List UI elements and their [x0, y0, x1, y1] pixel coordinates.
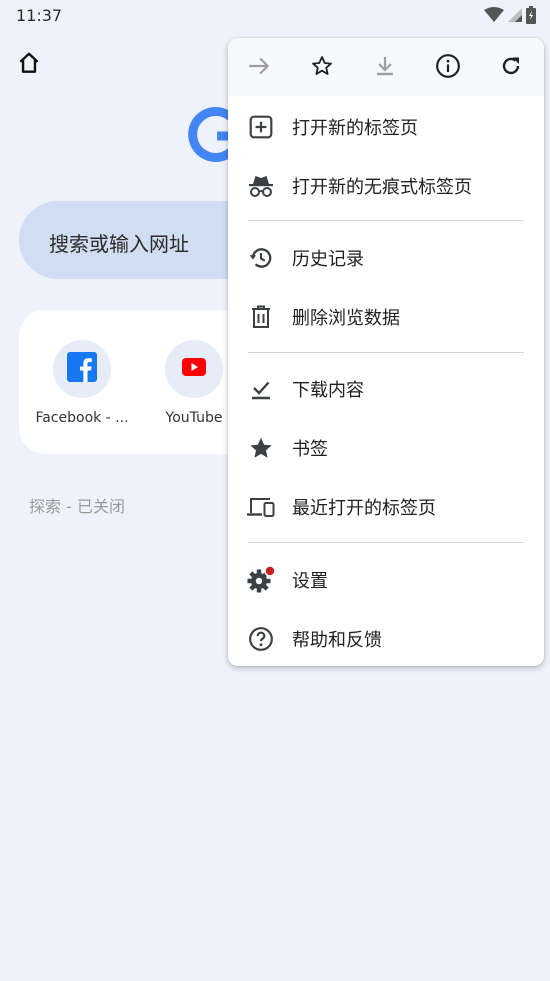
- downloads-icon: [246, 374, 276, 404]
- menu-divider: [248, 352, 524, 353]
- reload-icon: [499, 54, 523, 82]
- menu-item-help-feedback[interactable]: 帮助和反馈: [228, 612, 544, 664]
- wifi-icon: [484, 7, 504, 27]
- menu-item-settings[interactable]: 设置: [228, 553, 544, 605]
- incognito-icon: [246, 171, 276, 201]
- menu-item-recent-tabs[interactable]: 最近打开的标签页: [228, 480, 544, 532]
- battery-icon: [526, 6, 536, 28]
- home-button[interactable]: [14, 50, 44, 80]
- status-time: 11:37: [16, 6, 63, 25]
- settings-icon: [246, 565, 276, 595]
- menu-item-label: 书签: [292, 439, 328, 460]
- home-icon: [16, 50, 42, 80]
- menu-item-history[interactable]: 历史记录: [228, 231, 544, 283]
- shortcut-icon-container: [165, 340, 223, 398]
- menu-divider: [248, 542, 524, 543]
- menu-item-bookmarks[interactable]: 书签: [228, 421, 544, 473]
- menu-item-label: 历史记录: [292, 249, 364, 270]
- history-icon: [246, 243, 276, 273]
- star-icon: [246, 433, 276, 463]
- shortcut-icon-container: [53, 340, 111, 398]
- download-icon: [373, 54, 397, 82]
- menu-item-downloads[interactable]: 下载内容: [228, 362, 544, 414]
- shortcut-facebook[interactable]: Facebook - ...: [27, 340, 137, 426]
- overflow-menu: 打开新的标签页 打开新的无痕式标签页 历史记录 删除浏览数据 下载内容 书签 最…: [228, 38, 544, 666]
- trash-icon: [246, 302, 276, 332]
- facebook-icon: [67, 352, 97, 386]
- menu-item-label: 下载内容: [292, 380, 364, 401]
- forward-button[interactable]: [241, 50, 277, 86]
- menu-divider: [248, 220, 524, 221]
- info-icon: [435, 53, 461, 83]
- menu-item-label: 设置: [292, 571, 328, 592]
- menu-item-label: 最近打开的标签页: [292, 498, 436, 519]
- menu-item-label: 帮助和反馈: [292, 630, 382, 651]
- new-tab-icon: [246, 112, 276, 142]
- search-placeholder: 搜索或输入网址: [49, 232, 189, 256]
- download-page-button[interactable]: [367, 50, 403, 86]
- menu-toolbar: [228, 38, 544, 96]
- menu-item-label: 打开新的标签页: [292, 118, 418, 139]
- status-bar: 11:37: [0, 0, 550, 30]
- discover-status[interactable]: 探索 - 已关闭: [29, 493, 125, 517]
- menu-item-new-incognito-tab[interactable]: 打开新的无痕式标签页: [228, 159, 544, 211]
- menu-item-label: 打开新的无痕式标签页: [292, 177, 472, 198]
- reload-button[interactable]: [493, 50, 529, 86]
- status-icons: [484, 6, 536, 28]
- shortcut-label: Facebook - ...: [35, 410, 129, 426]
- signal-icon: [508, 7, 522, 27]
- bookmark-button[interactable]: [304, 50, 340, 86]
- bookmark-star-icon: [310, 54, 334, 82]
- menu-item-label: 删除浏览数据: [292, 308, 400, 329]
- help-icon: [246, 624, 276, 654]
- forward-icon: [246, 53, 272, 83]
- menu-item-new-tab[interactable]: 打开新的标签页: [228, 100, 544, 152]
- recent-tabs-icon: [246, 492, 276, 522]
- page-info-button[interactable]: [430, 50, 466, 86]
- youtube-icon: [182, 358, 206, 380]
- menu-item-clear-browsing-data[interactable]: 删除浏览数据: [228, 290, 544, 342]
